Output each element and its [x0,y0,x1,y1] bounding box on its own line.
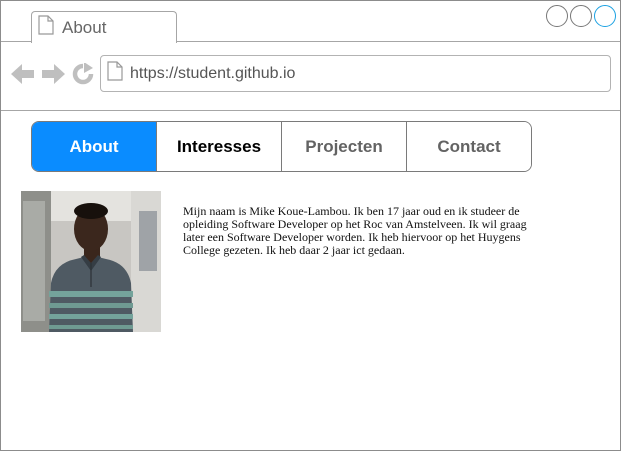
minimize-button[interactable] [546,5,568,27]
reload-icon[interactable] [72,62,95,90]
forward-arrow-icon[interactable] [41,63,65,90]
maximize-button[interactable] [570,5,592,27]
profile-photo [21,191,161,332]
back-arrow-icon[interactable] [11,63,35,90]
nav-item-about[interactable]: About [32,122,157,171]
url-field[interactable]: https://student.github.io [100,55,611,92]
nav-item-projecten[interactable]: Projecten [282,122,407,171]
nav-item-interesses[interactable]: Interesses [157,122,282,171]
tab-title: About [62,17,107,37]
site-navigation: About Interesses Projecten Contact [31,121,532,172]
page-icon [38,15,54,40]
browser-window: About https://student.github.io About In… [0,0,621,451]
page-icon [107,61,123,86]
close-button[interactable] [594,5,616,27]
address-bar: https://student.github.io [1,43,620,111]
browser-tab[interactable]: About [31,11,177,43]
url-text: https://student.github.io [130,64,296,82]
nav-item-contact[interactable]: Contact [407,122,531,171]
bio-text: Mijn naam is Mike Koue-Lambou. Ik ben 17… [183,204,527,257]
window-controls [546,5,616,27]
tab-strip: About [1,1,620,43]
